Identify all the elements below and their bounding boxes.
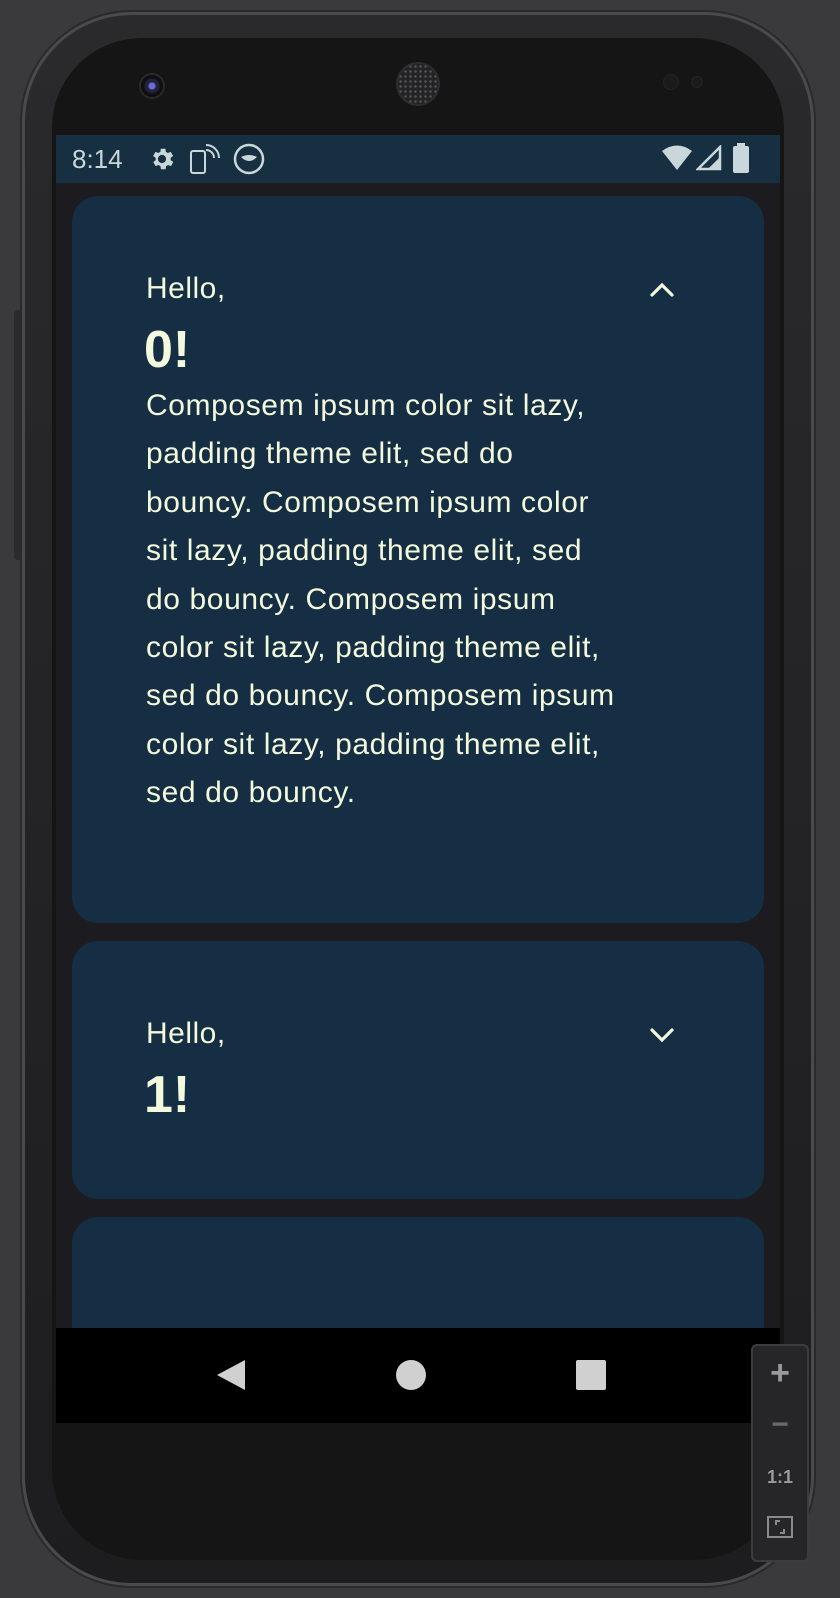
- card-greeting: Hello,: [146, 1017, 226, 1050]
- greeting-card-0[interactable]: Hello, 0! Composem ipsum color sit lazy,…: [72, 196, 764, 923]
- gear-icon: [153, 148, 174, 170]
- chevron-up-icon[interactable]: [648, 276, 676, 304]
- zoom-in-icon: +: [770, 1353, 790, 1392]
- back-icon[interactable]: [214, 1358, 248, 1392]
- card-body-text: Composem ipsum color sit lazy, padding t…: [146, 389, 615, 810]
- card-greeting: Hello,: [146, 272, 226, 305]
- chevron-down-icon[interactable]: [648, 1021, 676, 1049]
- emulator-frame: 8:14 Hello, 0! Composem ipsum color sit …: [0, 0, 840, 1598]
- signal-icon: [696, 145, 722, 171]
- zoom-out-icon: −: [771, 1408, 789, 1441]
- home-icon[interactable]: [394, 1358, 428, 1392]
- card-name: 1!: [144, 1066, 191, 1124]
- zoom-controls: + − 1:1: [751, 1344, 809, 1562]
- greeting-card-1[interactable]: Hello, 1!: [72, 941, 764, 1199]
- proximity-sensor: [664, 75, 678, 89]
- card-name: 0!: [144, 321, 191, 379]
- volume-button[interactable]: [14, 310, 22, 560]
- front-camera: [141, 75, 163, 97]
- fit-screen-icon: [767, 1516, 793, 1538]
- one-to-one-button[interactable]: 1:1: [753, 1452, 807, 1502]
- wifi-icon: [662, 145, 692, 170]
- fit-screen-button[interactable]: [753, 1502, 807, 1552]
- one-to-one-label: 1:1: [766, 1466, 793, 1487]
- card-list[interactable]: Hello, 0! Composem ipsum color sit lazy,…: [56, 183, 780, 1371]
- phone-wifi-icon: [190, 144, 220, 174]
- earpiece-speaker: [398, 64, 438, 104]
- device-screen: 8:14 Hello, 0! Composem ipsum color sit …: [56, 135, 780, 1423]
- navigation-bar: [56, 1328, 780, 1423]
- mute-icon: [233, 143, 265, 175]
- zoom-in-button[interactable]: +: [753, 1348, 807, 1398]
- battery-icon: [733, 143, 749, 173]
- status-bar: 8:14: [56, 135, 780, 183]
- light-sensor: [692, 77, 702, 87]
- recents-icon[interactable]: [574, 1358, 608, 1392]
- status-time: 8:14: [72, 144, 123, 174]
- zoom-out-button[interactable]: −: [753, 1400, 807, 1450]
